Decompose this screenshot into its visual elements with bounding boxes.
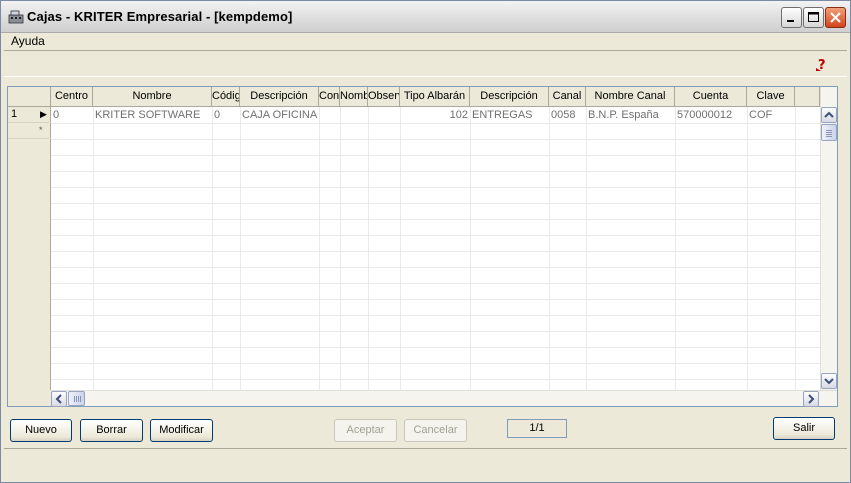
- horizontal-scroll-thumb[interactable]: [68, 391, 85, 406]
- close-icon: [830, 12, 841, 23]
- cell-canal[interactable]: 0058: [549, 108, 586, 123]
- current-row-arrow-icon: ▶: [40, 109, 47, 119]
- thumb-grip: [826, 132, 832, 133]
- cell-nombre-2[interactable]: [340, 108, 368, 123]
- aceptar-button[interactable]: Aceptar: [334, 419, 397, 442]
- thumb-grip: [74, 396, 75, 402]
- row-header-1[interactable]: 1 ▶: [8, 107, 51, 123]
- vertical-scrollbar[interactable]: [820, 87, 837, 390]
- maximize-button[interactable]: [803, 7, 824, 28]
- salir-button[interactable]: Salir: [773, 417, 835, 440]
- grid-line: [51, 347, 820, 348]
- cell-descripcion[interactable]: CAJA OFICINA: [240, 108, 319, 123]
- column-header-descripcion[interactable]: Descripción: [240, 87, 319, 107]
- column-header-nombre-canal[interactable]: Nombre Canal: [586, 87, 675, 107]
- thumb-grip: [76, 396, 77, 402]
- cell-descripcion-2[interactable]: ENTREGAS: [470, 108, 549, 123]
- help-question-icon[interactable]: ?: [813, 56, 831, 72]
- column-header-tipo-albaran[interactable]: Tipo Albarán: [400, 87, 470, 107]
- column-header-centro[interactable]: Centro: [51, 87, 93, 107]
- grid-line: [51, 219, 820, 220]
- horizontal-scrollbar[interactable]: [51, 390, 837, 407]
- row-header-new[interactable]: *: [8, 123, 51, 139]
- grid-line: [51, 315, 820, 316]
- column-header-nombre[interactable]: Nombre: [93, 87, 212, 107]
- grid-line: [51, 379, 820, 380]
- grid-corner-header: [8, 87, 51, 107]
- column-header-nombre-2[interactable]: Nombre: [340, 87, 368, 107]
- status-separator: [4, 448, 847, 449]
- scroll-down-button[interactable]: [821, 373, 837, 389]
- cell-cons[interactable]: [319, 108, 340, 123]
- cell-centro[interactable]: 0: [51, 108, 93, 123]
- cell-codigo[interactable]: 0: [212, 108, 240, 123]
- cell-clave[interactable]: COF: [747, 108, 795, 123]
- column-header-canal[interactable]: Canal: [549, 87, 586, 107]
- thumb-grip: [826, 136, 832, 137]
- grid-line: [51, 331, 820, 332]
- column-header-filler: [795, 87, 820, 107]
- toolbar: ?: [4, 50, 847, 77]
- cancelar-button[interactable]: Cancelar: [404, 419, 467, 442]
- grid-line: [51, 283, 820, 284]
- scroll-left-button[interactable]: [51, 391, 67, 407]
- cell-nombre-canal[interactable]: B.N.P. España: [586, 108, 675, 123]
- modificar-button[interactable]: Modificar: [150, 419, 213, 442]
- thumb-grip: [80, 396, 81, 402]
- grid-line: [51, 139, 820, 140]
- thumb-grip: [78, 396, 79, 402]
- row-header-column: 1 ▶ *: [8, 107, 51, 390]
- menu-bar: Ayuda: [1, 33, 850, 50]
- cell-cuenta[interactable]: 570000012: [675, 108, 747, 123]
- borrar-button[interactable]: Borrar: [80, 419, 143, 442]
- grid-header-row: Centro Nombre Código Descripción Cons No…: [8, 87, 820, 107]
- grid-line: [51, 363, 820, 364]
- vertical-scroll-thumb[interactable]: [821, 124, 837, 141]
- nuevo-button[interactable]: Nuevo: [10, 419, 72, 442]
- scroll-up-button[interactable]: [821, 107, 837, 123]
- thumb-grip: [826, 134, 832, 135]
- column-header-clave[interactable]: Clave: [747, 87, 795, 107]
- grid-line: [51, 187, 820, 188]
- chevron-left-icon: [55, 394, 62, 404]
- close-button[interactable]: [825, 7, 846, 28]
- chevron-right-icon: [808, 394, 815, 404]
- column-header-observacion[interactable]: Observación: [368, 87, 400, 107]
- menu-item-ayuda[interactable]: Ayuda: [11, 34, 45, 48]
- column-header-cons[interactable]: Cons: [319, 87, 340, 107]
- chevron-down-icon: [824, 378, 834, 385]
- column-header-descripcion-2[interactable]: Descripción: [470, 87, 549, 107]
- grid-line: [51, 123, 820, 124]
- window: Cajas - KRITER Empresarial - [kempdemo] …: [0, 0, 851, 483]
- grid-line: [51, 203, 820, 204]
- minimize-icon: [787, 20, 794, 22]
- grid-line: [51, 235, 820, 236]
- data-grid: Centro Nombre Código Descripción Cons No…: [7, 86, 838, 407]
- row-number: 1: [11, 108, 18, 120]
- grid-line: [51, 171, 820, 172]
- grid-viewport: Centro Nombre Código Descripción Cons No…: [8, 87, 820, 390]
- grid-line: [51, 299, 820, 300]
- grid-line: [51, 251, 820, 252]
- maximize-icon: [808, 12, 819, 22]
- cell-observacion[interactable]: [368, 108, 400, 123]
- column-header-codigo[interactable]: Código: [212, 87, 240, 107]
- new-row-asterisk-icon: *: [39, 125, 43, 135]
- grid-line: [51, 267, 820, 268]
- minimize-button[interactable]: [781, 7, 802, 28]
- title-bar[interactable]: Cajas - KRITER Empresarial - [kempdemo]: [1, 1, 850, 33]
- cell-nombre[interactable]: KRITER SOFTWARE: [93, 108, 212, 123]
- scroll-right-button[interactable]: [803, 391, 819, 407]
- scroll-corner: [8, 390, 51, 406]
- cell-tipo-albaran[interactable]: 102: [400, 108, 470, 123]
- chevron-up-icon: [824, 111, 834, 118]
- grid-line: [51, 155, 820, 156]
- window-title: Cajas - KRITER Empresarial - [kempdemo]: [27, 9, 293, 24]
- column-header-cuenta[interactable]: Cuenta: [675, 87, 747, 107]
- cash-register-icon: [8, 10, 24, 24]
- thumb-grip: [826, 130, 832, 131]
- record-pager: 1/1: [507, 419, 567, 438]
